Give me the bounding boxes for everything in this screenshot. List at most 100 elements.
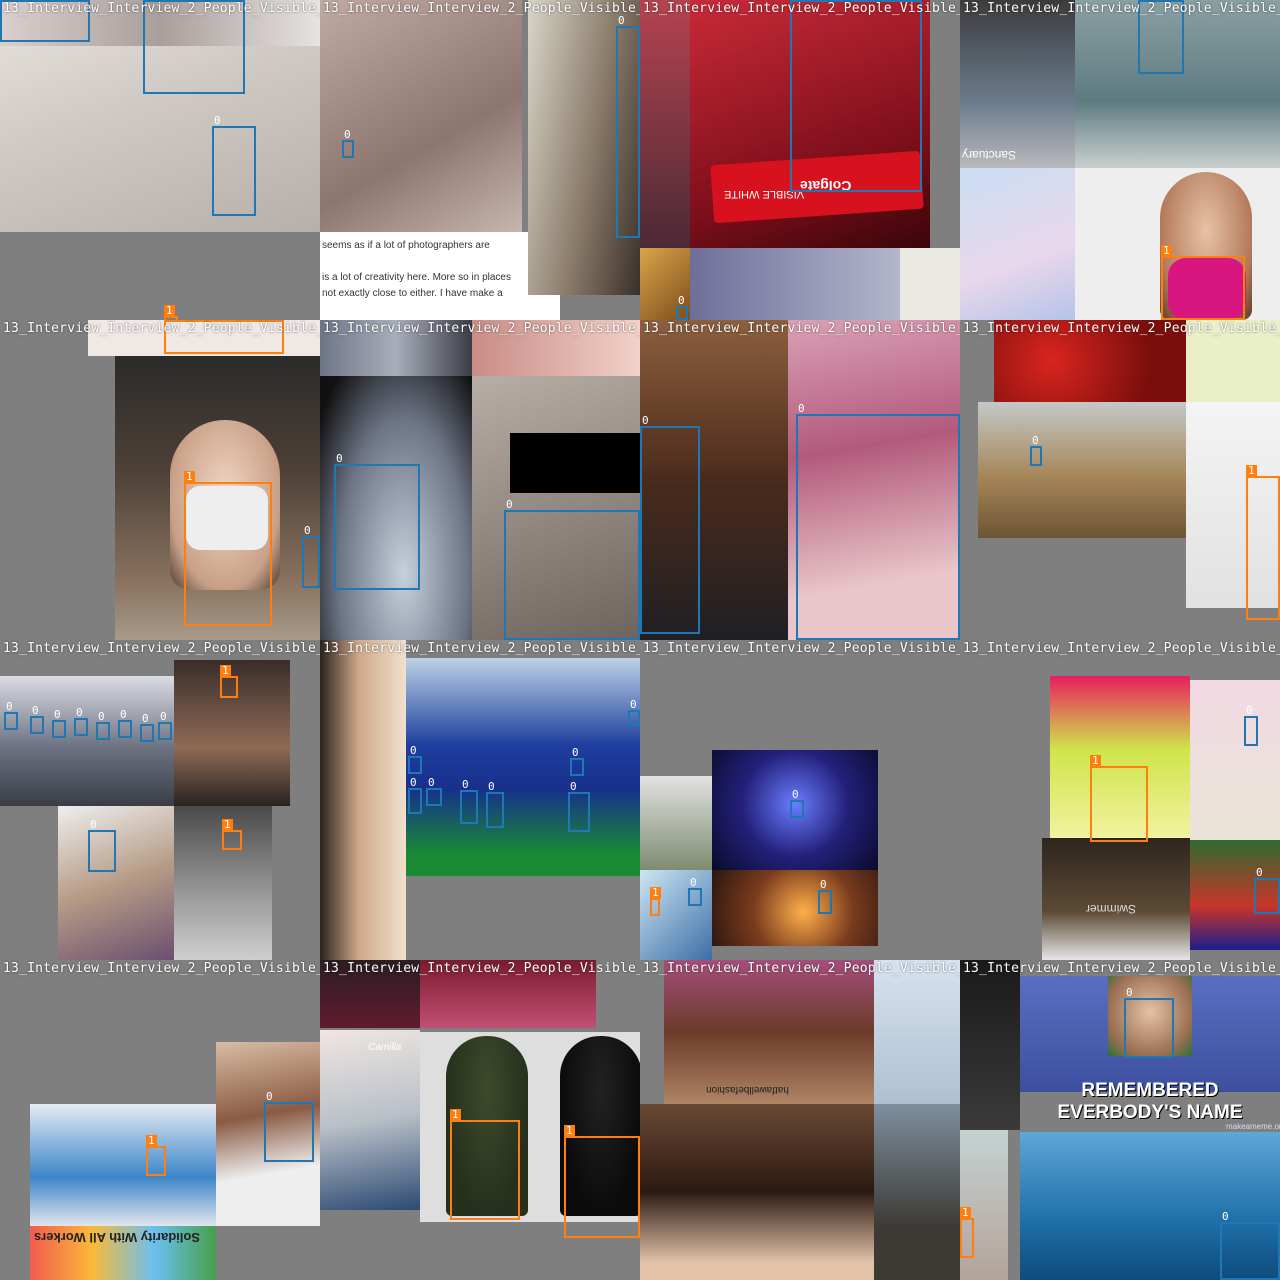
tile-13: Solidarity With All Workers 1 0 13_Inter… [0,960,320,1280]
face-box: 0 [30,705,44,734]
class-id-label: 0 [630,698,637,711]
face-box: 0 [0,0,90,42]
face-box: 0 [88,819,116,872]
photo-stadium [406,658,640,876]
photo-dog-field [978,402,1186,538]
photo-mask-closeup [320,640,406,960]
tile-11: 0 1 0 0 13_Interview_Interview_2_People_… [640,640,960,960]
class-id-label: 0 [618,14,625,27]
class-id-label: 1 [564,1124,575,1137]
face-box: 0 [796,403,960,640]
mask-box: 1 [220,665,238,698]
photo-dark-left [960,960,1020,1130]
class-id-label: 1 [1161,244,1172,257]
tile-2: seems as if a lot of photographers are i… [320,0,640,320]
class-id-label: 0 [792,788,799,801]
photo-dental [30,1104,216,1226]
photo-bottom-mid [690,248,900,320]
class-id-label: 0 [54,708,61,721]
face-box: 0 [460,779,478,824]
class-id-label: 0 [410,744,417,757]
photo-fish [1042,838,1190,960]
class-id-label: 0 [1246,704,1253,717]
face-box: 0 [212,115,256,216]
photo-dancer [58,806,174,960]
class-id-label: 1 [222,818,233,831]
class-id-label: 0 [304,524,311,537]
face-box: 0 [790,789,804,818]
face-box: 0 [143,0,245,94]
photo-office [874,1104,960,1280]
tile-3: Colgate VISIBLE WHITE 0 0 13_Interview_I… [640,0,960,320]
caption-text: Camilla [368,1042,402,1053]
mask-box: 1 [960,1207,974,1258]
class-id-label: 0 [336,452,343,465]
class-id-label: 0 [76,706,83,719]
face-box: 0 [426,777,442,806]
class-id-label: 0 [142,712,149,725]
class-id-label: 0 [570,780,577,793]
class-id-label: 0 [790,0,801,1]
mask-box: 1 [450,1109,520,1220]
face-box: 0 [140,713,154,742]
tile-1: 0 0 0 1 13_Interview_Interview_2_People_… [0,0,320,320]
article-text-1: seems as if a lot of photographers are [322,240,490,251]
class-id-label: 1 [184,470,195,483]
face-box: 0 [504,499,640,640]
class-id-label: 0 [1256,866,1263,879]
class-id-label: 1 [1090,754,1101,767]
tile-4: Sanctuary 0 1 13_Interview_Interview_2_P… [960,0,1280,320]
tile-label: 13_Interview_Interview_2_People_Visible_ [3,641,320,656]
photo-arm [472,320,640,376]
article-text-2: is a lot of creativity here. More so in … [322,272,511,283]
mask-box: 1 [564,1125,640,1238]
photo-note [1186,320,1280,402]
class-id-label: 0 [820,878,827,891]
photo-bottom-right [900,248,960,320]
class-id-label: 0 [143,0,154,1]
meme-caption: REMEMBERED EVERBODY'S NAME [1057,1080,1243,1123]
class-id-label: 0 [160,710,167,723]
mask-box: 1 [1090,755,1148,842]
photo-top-right [420,960,596,1028]
face-box: 0 [616,15,640,238]
face-box: 0 [628,699,640,726]
tile-15: hatfawellbefashion 13_Interview_Intervie… [640,960,960,1280]
photo-red-heels [664,960,874,1104]
mask-box: 1 [1246,465,1280,620]
tile-9: 0 0 0 0 0 0 0 0 1 0 1 13_Interview_Inter… [0,640,320,960]
tile-10: 0 0 0 0 0 0 0 0 13_Interview_Interview_2… [320,640,640,960]
tile-8: 0 1 13_Interview_Interview_2_People_Visi… [960,320,1280,640]
face-box: 0 [96,711,110,740]
face-box: 0 [158,711,172,740]
photo-small-left [640,776,712,870]
class-id-label: 0 [506,498,513,511]
class-id-label: 0 [266,1090,273,1103]
face-box: 0 [1244,705,1258,746]
class-id-label: 1 [164,304,175,317]
tile-5: 1 1 0 13_Interview_Interview_2_People_Vi… [0,320,320,640]
photo-roses [994,320,1186,402]
mask-box: 1 [650,887,661,916]
class-id-label: 0 [488,780,495,793]
photo-cars [320,320,472,376]
face-box: 0 [568,781,590,832]
face-box: 0 [4,701,18,730]
face-box: 0 [790,0,922,192]
class-id-label: 0 [678,294,685,307]
mask-box: 1 [146,1135,166,1176]
class-id-label: 1 [960,1206,971,1219]
face-box: 0 [334,453,420,590]
tile-label: 13_Interview_Interview_2_People_Visible_ [3,961,320,976]
mask-box: 1 [1161,245,1245,320]
tile-16: REMEMBERED EVERBODY'S NAME makeameme.org… [960,960,1280,1280]
photo-bike [320,1030,420,1210]
class-id-label: 0 [410,776,417,789]
mask-box: 1 [164,320,284,354]
class-id-label: 0 [0,0,11,1]
face-box: 0 [408,745,422,774]
photo-face-closeup [640,1104,874,1280]
face-box: 0 [408,777,422,814]
class-id-label: 0 [32,704,39,717]
class-id-label: 0 [798,402,805,415]
